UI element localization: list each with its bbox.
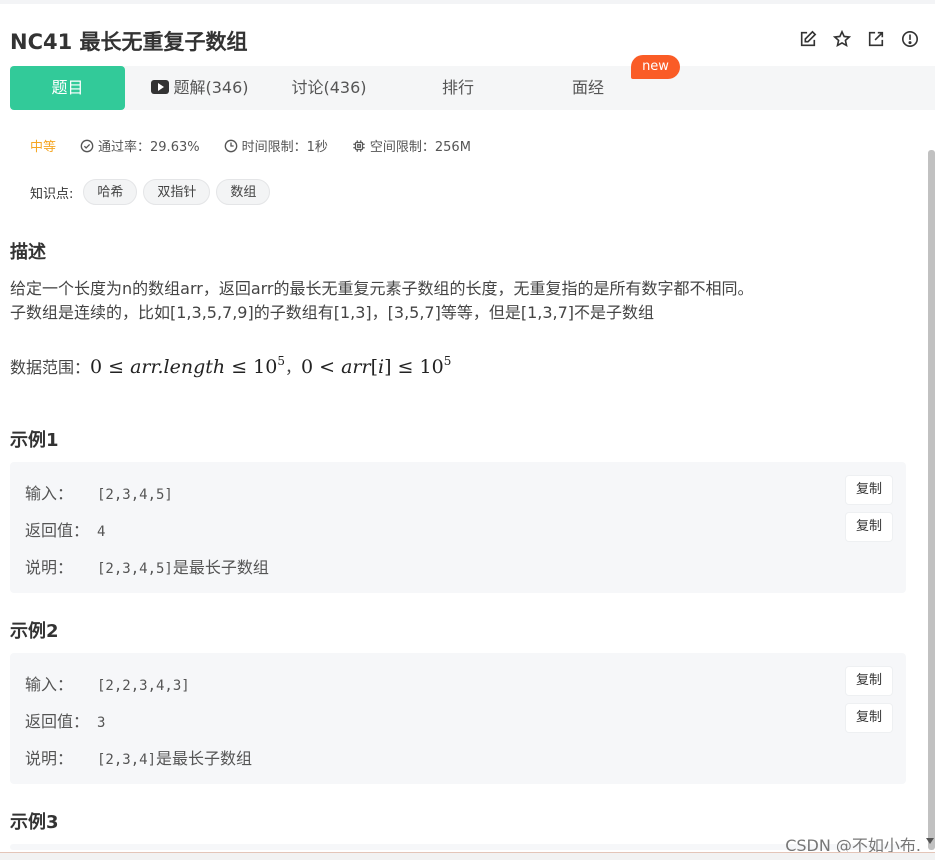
description-line-1: 给定一个长度为n的数组arr，返回arr的最长无重复元素子数组的长度，无重复指的…	[10, 279, 754, 298]
range-f1-exp: 5	[277, 354, 285, 368]
example-2-explain: 说明： [2,3,4]是最长子数组	[25, 745, 252, 769]
example-2-explain-text: 是最长子数组	[156, 749, 253, 768]
example-2-output-value: 3	[97, 715, 106, 731]
bottom-strip	[0, 852, 935, 860]
data-range: 数据范围：0 ≤ arr.length ≤ 105，0 < arr[i] ≤ 1…	[10, 354, 451, 378]
tag-two-pointers[interactable]: 双指针	[143, 179, 211, 205]
example-2-input-value: [2,2,3,4,3]	[97, 678, 190, 694]
info-icon[interactable]	[899, 28, 921, 50]
example-1-input-value: [2,3,4,5]	[97, 487, 173, 503]
range-f2-b: [	[370, 356, 379, 378]
tab-interview[interactable]: 面经	[555, 66, 621, 110]
star-icon[interactable]	[831, 28, 853, 50]
example-2-heading: 示例2	[10, 621, 59, 642]
range-formula-1: 0 ≤ arr.length ≤ 105	[90, 354, 285, 378]
new-badge: new	[631, 55, 680, 79]
tag-hash[interactable]: 哈希	[83, 179, 138, 205]
tag-array[interactable]: 数组	[216, 179, 271, 205]
description-heading: 描述	[10, 242, 46, 263]
example-1-output-label: 返回值：	[25, 521, 90, 540]
time-limit: 时间限制：1秒	[224, 136, 328, 155]
tab-problem[interactable]: 题目	[10, 66, 125, 110]
example-2-copy-input-button[interactable]: 复制	[846, 667, 892, 695]
clock-icon	[224, 139, 237, 152]
example-3-box	[10, 844, 906, 850]
range-f2-a: 0 <	[301, 356, 342, 378]
example-1-input-label: 输入：	[25, 484, 74, 503]
meta-row: 中等 通过率：29.63% 时间限制：1秒 空间限制：256M	[30, 136, 471, 155]
example-2-input: 输入： [2,2,3,4,3]	[25, 671, 190, 695]
example-1-explain-text: 是最长子数组	[172, 558, 269, 577]
check-circle-icon	[80, 139, 94, 152]
chip-icon	[353, 139, 365, 152]
pass-rate: 通过率：29.63%	[80, 136, 200, 155]
vertical-scrollbar[interactable]	[928, 150, 935, 850]
range-f1-a: 0 ≤	[90, 356, 131, 378]
example-2-output: 返回值： 3	[25, 708, 105, 732]
tags-label: 知识点:	[30, 186, 74, 202]
example-1-explain-label: 说明：	[25, 558, 74, 577]
tags-row: 知识点: 哈希 双指针 数组	[30, 179, 271, 205]
edit-icon[interactable]	[797, 28, 819, 50]
range-separator: ，	[284, 358, 301, 377]
example-1-output-value: 4	[97, 524, 106, 540]
description-line-2: 子数组是连续的，比如[1,3,5,7,9]的子数组有[1,3]，[3,5,7]等…	[10, 303, 655, 322]
example-3-heading: 示例3	[10, 812, 59, 833]
tab-discussion-label: 讨论(436)	[291, 78, 367, 97]
example-2-output-label: 返回值：	[25, 712, 90, 731]
top-strip	[0, 0, 935, 4]
example-2-copy-output-button[interactable]: 复制	[846, 704, 892, 732]
example-2-explain-code: [2,3,4]	[97, 752, 157, 768]
example-1-explain: 说明： [2,3,4,5]是最长子数组	[25, 554, 269, 578]
tab-discussion[interactable]: 讨论(436)	[282, 66, 376, 110]
space-limit: 空间限制：256M	[352, 136, 471, 155]
space-limit-text: 空间限制：256M	[369, 140, 471, 155]
problem-tabs: 题目 题解(346) 讨论(436) 排行 面经	[10, 66, 935, 110]
tab-problem-label: 题目	[51, 78, 84, 97]
range-f1-var: arr.length	[130, 356, 226, 378]
range-f1-b: ≤ 10	[225, 356, 278, 378]
range-f2-var: arr	[341, 356, 371, 378]
example-1-copy-input-button[interactable]: 复制	[846, 476, 892, 504]
time-limit-text: 时间限制：1秒	[241, 140, 328, 155]
difficulty-badge: 中等	[30, 140, 57, 155]
problem-title: NC41 最长无重复子数组	[10, 30, 248, 54]
share-icon[interactable]	[865, 28, 887, 50]
example-2-box: 输入： [2,2,3,4,3] 复制 返回值： 3 复制 说明： [2,3,4]是最长…	[10, 653, 906, 784]
range-label: 数据范围：	[10, 358, 91, 377]
example-1-copy-output-button[interactable]: 复制	[846, 513, 892, 541]
scroll-down-arrow-icon[interactable]	[926, 838, 934, 844]
example-2-explain-label: 说明：	[25, 749, 74, 768]
range-formula-2: 0 < arr[i] ≤ 105	[301, 354, 452, 378]
problem-content: 中等 通过率：29.63% 时间限制：1秒 空间限制：256M 知识点: 哈希 …	[0, 110, 935, 860]
tab-solutions[interactable]: 题解(346)	[145, 66, 255, 110]
tab-solutions-label: 题解(346)	[173, 78, 249, 97]
example-1-input: 输入： [2,3,4,5]	[25, 480, 173, 504]
problem-header: NC41 最长无重复子数组	[0, 18, 935, 62]
tab-ranking[interactable]: 排行	[425, 66, 491, 110]
pass-rate-text: 通过率：29.63%	[98, 140, 200, 155]
video-icon	[151, 80, 170, 94]
description-text: 给定一个长度为n的数组arr，返回arr的最长无重复元素子数组的长度，无重复指的…	[10, 277, 910, 325]
range-f2-c: ] ≤ 10	[384, 356, 444, 378]
example-1-explain-code: [2,3,4,5]	[97, 561, 173, 577]
example-1-heading: 示例1	[10, 430, 59, 451]
tab-ranking-label: 排行	[441, 78, 474, 97]
header-actions	[797, 28, 921, 50]
tab-interview-label: 面经	[571, 78, 604, 97]
range-f2-exp: 5	[443, 354, 452, 368]
example-2-input-label: 输入：	[25, 675, 74, 694]
example-1-output: 返回值： 4	[25, 517, 105, 541]
example-1-box: 输入： [2,3,4,5] 复制 返回值： 4 复制 说明： [2,3,4,5]是最长…	[10, 462, 906, 593]
